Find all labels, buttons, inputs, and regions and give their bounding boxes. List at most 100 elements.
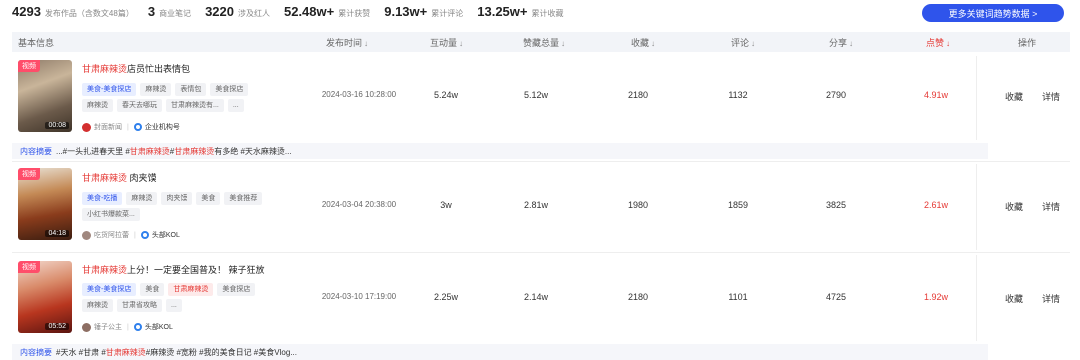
tag-chip[interactable]: 美食 [140,283,165,296]
detail-button[interactable]: 详情 [1042,200,1060,213]
divider: | [127,123,129,131]
header-interactions[interactable]: 互动量 ↓ [430,36,463,49]
stat-label: 累计评论 [431,9,464,18]
tag-chip[interactable]: 春天去哪玩 [117,99,162,112]
stat-comments: 9.13w+ 累计评论 [384,4,463,19]
post-title[interactable]: 甘肃麻辣烫上分！一定要全国普及！ 辣子狂放 [82,263,265,276]
comments-value: 1859 [727,200,749,210]
stat-number: 4293 [12,4,41,19]
video-thumbnail[interactable]: 视频 05:52 [18,261,72,333]
header-label: 点赞 [926,38,945,48]
interactions-value: 5.24w [433,90,459,100]
author-name: 吃货阿拉蕾 [94,232,129,239]
video-tag: 视频 [18,168,40,180]
tag-chip[interactable]: 美食-美食探店 [82,283,137,296]
header-label: 赞藏总量 [523,38,560,48]
likes-collects-value: 5.12w [523,90,549,100]
more-keyword-trends-button[interactable]: 更多关键词趋势数据 > [922,4,1064,22]
interactions-value: 2.25w [433,292,459,302]
stat-number: 3 [147,4,156,19]
tag-chip[interactable]: 美食-吃播 [82,192,123,205]
sort-down-icon: ↓ [561,39,566,48]
tag-chip[interactable]: 美食探店 [217,283,256,296]
tag-chip[interactable]: 小红书爆款菜... [82,208,140,221]
collect-button[interactable]: 收藏 [1005,200,1023,213]
collect-button[interactable]: 收藏 [1005,90,1023,103]
stat-works: 4293 发布作品（含数文48篇） [12,4,134,19]
post-title[interactable]: 甘肃麻辣烫 肉夹馍 [82,171,157,184]
video-tag: 视频 [18,261,40,273]
detail-button[interactable]: 详情 [1042,292,1060,305]
tag-chip[interactable]: 美食推荐 [224,192,263,205]
tag-chip[interactable]: 美食 [196,192,221,205]
likes-value: 4.91w [923,90,949,100]
sort-down-icon: ↓ [849,39,854,48]
video-thumbnail[interactable]: 视频 04:18 [18,168,72,240]
stat-collects: 13.25w+ 累计收藏 [477,4,563,19]
header-likes-collects[interactable]: 赞藏总量 ↓ [523,36,565,49]
header-label: 发布时间 [326,38,363,48]
video-thumbnail[interactable]: 视频 00:08 [18,60,72,132]
header-basic-info: 基本信息 [18,38,55,48]
sort-down-icon: ↓ [459,39,464,48]
title-text: 店员忙出表情包 [127,64,191,74]
post-title[interactable]: 甘肃麻辣烫店员忙出表情包 [82,62,190,75]
badge-label: 企业机构号 [144,124,180,131]
divider: | [134,231,136,239]
more-tags-chip[interactable]: ... [166,299,182,312]
column-divider [976,255,977,341]
shares-value: 4725 [825,292,847,302]
summary-label: 内容摘要 [20,347,52,357]
sort-down-icon: ↓ [946,39,951,48]
publish-time: 2024-03-04 20:38:00 [321,200,397,209]
stat-label: 商业笔记 [159,9,192,18]
detail-button[interactable]: 详情 [1042,90,1060,103]
header-publish-time[interactable]: 发布时间 ↓ [326,36,368,49]
likes-collects-value: 2.81w [523,200,549,210]
summary-text: 有多绝 #天水麻辣烫... [214,146,292,156]
collect-button[interactable]: 收藏 [1005,292,1023,305]
row-divider [12,252,1070,253]
tag-list: 美食-美食探店 麻辣烫 表情包 美食探店 麻辣烫 春天去哪玩 甘肃麻辣烫有...… [82,83,268,112]
comments-value: 1101 [728,292,748,302]
author-badge: 头部KOL [140,230,180,240]
sort-down-icon: ↓ [364,39,369,48]
tag-chip[interactable]: 麻辣烫 [82,99,113,112]
tag-chip[interactable]: 甘肃省攻略 [117,299,162,312]
summary-text: #麻辣烫 #宽粉 #我的美食日记 #美食Vlog... [145,347,297,357]
summary-keyword: 甘肃麻辣烫 [105,347,146,357]
stat-likes: 52.48w+ 累计获赞 [284,4,370,19]
more-tags-chip[interactable]: ... [227,99,244,112]
stat-commercial: 3 商业笔记 [148,4,191,19]
stat-label: 涉及红人 [237,9,270,18]
tag-chip[interactable]: 甘肃麻辣烫有... [166,99,224,112]
header-likes[interactable]: 点赞 ↓ [926,36,950,49]
stat-number: 52.48w+ [283,4,335,19]
tag-chip[interactable]: 美食探店 [210,83,249,96]
header-collects[interactable]: 收藏 ↓ [631,36,655,49]
stat-influencers: 3220 涉及红人 [205,4,270,19]
badge-icon [133,323,142,331]
shares-value: 3825 [825,200,847,210]
tag-chip[interactable]: 麻辣烫 [140,83,172,96]
author-info[interactable]: 吃货阿拉蕾 | 头部KOL [82,230,180,240]
author-info[interactable]: 封面新闻 | 企业机构号 [82,122,180,132]
tag-chip[interactable]: 表情包 [175,83,207,96]
likes-collects-value: 2.14w [523,292,549,302]
tag-chip[interactable]: 麻辣烫 [126,192,158,205]
header-shares[interactable]: 分享 ↓ [829,36,853,49]
interactions-value: 3w [440,200,452,210]
tag-chip[interactable]: 麻辣烫 [82,299,113,312]
tag-chip[interactable]: 甘肃麻辣烫 [168,283,214,296]
title-text: 肉夹馍 [127,173,157,183]
avatar [82,122,91,132]
comments-value: 1132 [728,90,748,100]
tag-chip[interactable]: 肉夹馍 [161,192,193,205]
header-comments[interactable]: 评论 ↓ [731,36,755,49]
video-duration: 00:08 [45,122,69,129]
table-row: 视频 00:08 甘肃麻辣烫店员忙出表情包 美食-美食探店 麻辣烫 表情包 美食… [12,56,1070,140]
tag-chip[interactable]: 美食-美食探店 [82,83,137,96]
avatar [82,322,91,332]
author-info[interactable]: 锤子公主 | 头部KOL [82,322,173,332]
badge-label: 头部KOL [151,232,180,239]
